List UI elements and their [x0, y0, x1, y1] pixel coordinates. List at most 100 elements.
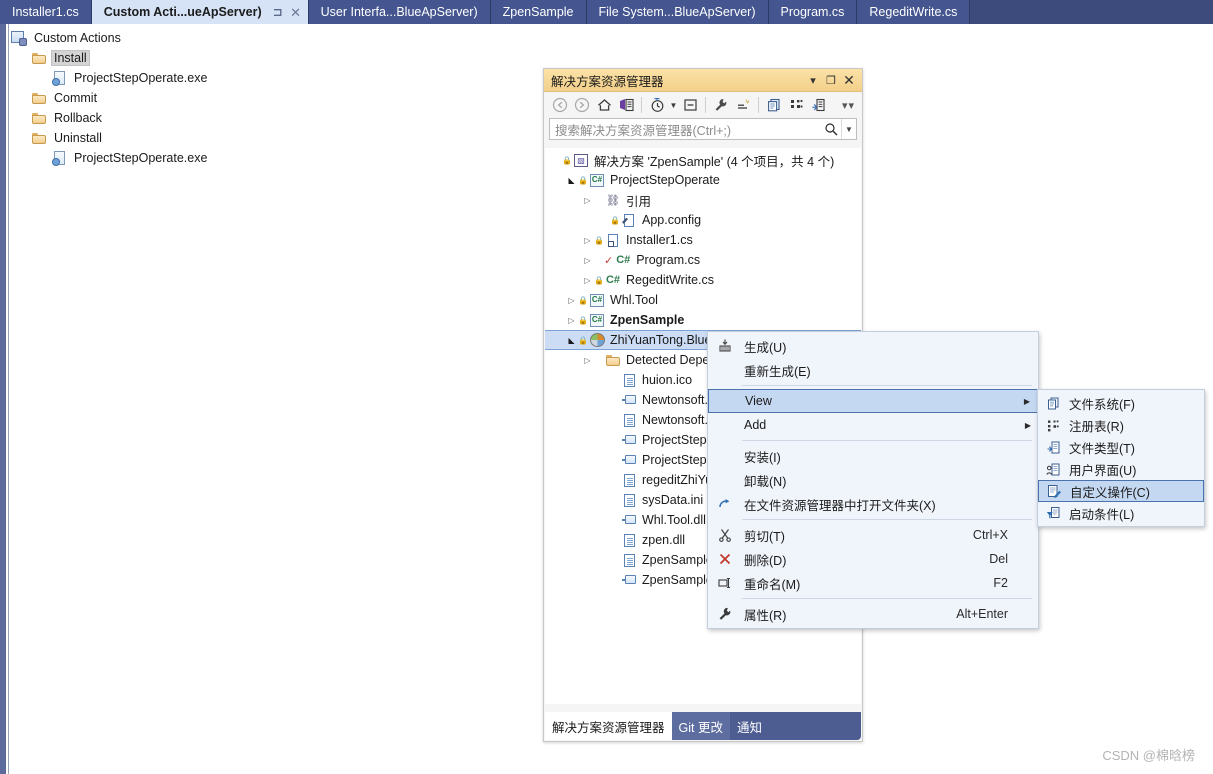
submenu-label: 文件系统(F) [1069, 397, 1135, 412]
context-menu-item[interactable]: 在文件资源管理器中打开文件夹(X) [708, 492, 1038, 516]
solution-tree-row[interactable]: ▷ ⛓ 引用 [545, 190, 861, 210]
submenu-item[interactable]: 用户界面(U) [1038, 458, 1204, 480]
setup-project-icon [588, 332, 606, 348]
solution-tree-row[interactable]: ◢ 🔒 C# ProjectStepOperate [545, 170, 861, 190]
search-options-dropdown-icon[interactable]: ▼ [841, 119, 856, 139]
chevron-right-icon[interactable]: ▷ [565, 290, 578, 310]
editor-tab-1[interactable]: Custom Acti...ueApServer) ⊐ ✕ [91, 0, 309, 24]
submenu-item[interactable]: 自定义操作(C) [1038, 480, 1204, 502]
filter-dropdown-icon[interactable]: ▼ [668, 94, 679, 116]
close-icon[interactable]: ✕ [288, 4, 304, 20]
editor-tab-3[interactable]: ZpenSample [490, 0, 587, 24]
chevron-right-icon[interactable]: ▷ [581, 230, 594, 250]
solution-explorer-bottom-tab-2[interactable]: 通知 [729, 712, 769, 740]
submenu-item[interactable]: 文件系统(F) [1038, 392, 1204, 414]
view-class-diagram-icon[interactable] [785, 94, 807, 116]
assembly-glyph [622, 455, 636, 465]
context-menu-item[interactable]: 卸载(N) [708, 468, 1038, 492]
cut-icon [710, 524, 740, 546]
custom-action-row[interactable]: Install [10, 48, 410, 68]
window-maximize-icon[interactable]: ❐ [822, 71, 840, 89]
window-close-icon[interactable]: ✕ [840, 71, 858, 89]
submenu-item[interactable]: 启动条件(L) [1038, 502, 1204, 524]
editor-tab-5[interactable]: Program.cs [768, 0, 858, 24]
chevron-down-icon[interactable]: ◢ [565, 170, 578, 190]
window-dropdown-icon[interactable]: ▾ [804, 71, 822, 89]
custom-action-row[interactable]: Rollback [10, 108, 410, 128]
show-all-files-icon[interactable] [732, 94, 754, 116]
context-menu-item[interactable]: View ▶ [708, 389, 1038, 413]
assembly-glyph [622, 435, 636, 445]
context-menu-item[interactable]: 删除(D) Del [708, 547, 1038, 571]
custom-action-row[interactable]: ProjectStepOperate.exe [10, 148, 410, 168]
menu-separator [742, 440, 1032, 441]
solution-explorer-bottom-tab-0[interactable]: 解决方案资源管理器 [545, 712, 672, 740]
editor-tab-4[interactable]: File System...BlueApServer) [586, 0, 769, 24]
solution-tree-row[interactable]: ▷ ✓ C# Program.cs [545, 250, 861, 270]
search-icon[interactable] [821, 122, 841, 136]
forward-icon[interactable] [571, 94, 593, 116]
chevron-right-icon[interactable]: ▷ [581, 250, 594, 270]
solution-tree-row[interactable]: ▷ 🔒 C# Whl.Tool [545, 290, 861, 310]
editor-tab-0[interactable]: Installer1.cs [0, 0, 92, 24]
preview-selected-items-icon[interactable] [763, 94, 785, 116]
solution-tree-label: huion.ico [642, 373, 693, 387]
custom-action-row[interactable]: ProjectStepOperate.exe [10, 68, 410, 88]
custom-action-label: Custom Actions [34, 31, 121, 45]
chevron-right-icon[interactable]: ▷ [581, 190, 594, 210]
pending-changes-filter-icon[interactable] [646, 94, 668, 116]
toolbar-overflow-icon[interactable]: ▾▾ [842, 99, 857, 112]
solution-glyph: ▧ [574, 153, 588, 167]
back-icon[interactable] [549, 94, 571, 116]
context-menu-item[interactable]: 安装(I) [708, 444, 1038, 468]
solution-tree-row[interactable]: ▷ 🔒 Installer1.cs [545, 230, 861, 250]
solution-tree-row[interactable]: 🔒 ▧ 解决方案 'ZpenSample' (4 个项目，共 4 个) [545, 150, 861, 170]
editor-tab-2[interactable]: User Interfa...BlueApServer) [308, 0, 491, 24]
solution-icon: ▧ [572, 152, 590, 168]
lock-icon: 🔒 [578, 295, 588, 305]
collapse-all-icon[interactable] [679, 94, 701, 116]
context-menu-item[interactable]: Add ▶ [708, 413, 1038, 437]
context-menu-item[interactable]: 重新生成(E) [708, 358, 1038, 382]
submenu-item[interactable]: 注册表(R) [1038, 414, 1204, 436]
menu-icon-placeholder [710, 414, 740, 436]
submenu-label: 注册表(R) [1069, 419, 1124, 434]
pin-icon[interactable]: ⊐ [270, 4, 286, 20]
context-menu-item[interactable]: 剪切(T) Ctrl+X [708, 523, 1038, 547]
submenu-item[interactable]: 文件类型(T) [1038, 436, 1204, 458]
chevron-right-icon[interactable]: ▷ [581, 350, 594, 370]
sync-with-active-document-icon[interactable] [615, 94, 637, 116]
custom-action-row[interactable]: Commit [10, 88, 410, 108]
solution-explorer-search[interactable]: 搜索解决方案资源管理器(Ctrl+;) ▼ [549, 118, 857, 140]
custom-action-row[interactable]: Custom Actions [10, 28, 410, 48]
solution-tree-row[interactable]: ▷ 🔒 C# RegeditWrite.cs [545, 270, 861, 290]
solution-explorer-bottom-tab-1[interactable]: Git 更改 [671, 712, 730, 740]
custom-action-row[interactable]: Uninstall [10, 128, 410, 148]
csharp-glyph: C# [616, 254, 631, 266]
context-menu-item[interactable]: 重命名(M) F2 [708, 571, 1038, 595]
home-icon[interactable] [593, 94, 615, 116]
properties-icon[interactable] [710, 94, 732, 116]
build-icon [710, 335, 740, 357]
solution-tree-label: sysData.ini [642, 493, 704, 507]
file-system-icon [1040, 393, 1066, 413]
chevron-right-icon[interactable]: ▷ [581, 270, 594, 290]
project-context-menu: 生成(U) 重新生成(E) View ▶ Add ▶ 安装(I) 卸载(N) 在文件资源管理器中… [707, 331, 1039, 629]
solution-tree-row[interactable]: 🔒 App.config [545, 210, 861, 230]
assembly-icon [620, 432, 638, 448]
document-glyph [623, 533, 635, 547]
editor-tab-6[interactable]: RegeditWrite.cs [857, 0, 971, 24]
chevron-right-icon[interactable]: ▷ [565, 310, 578, 330]
chevron-down-icon[interactable]: ◢ [565, 330, 578, 350]
context-menu-item[interactable]: 属性(R) Alt+Enter [708, 602, 1038, 626]
refresh-icon[interactable] [807, 94, 829, 116]
solution-tree-row[interactable]: ▷ 🔒 C# ZpenSample [545, 310, 861, 330]
editor-tab-label: ZpenSample [502, 5, 574, 19]
context-menu-item[interactable]: 生成(U) [708, 334, 1038, 358]
exe-glyph [51, 71, 66, 86]
context-menu-label: 重新生成(E) [744, 364, 811, 379]
exe-glyph [51, 151, 66, 166]
